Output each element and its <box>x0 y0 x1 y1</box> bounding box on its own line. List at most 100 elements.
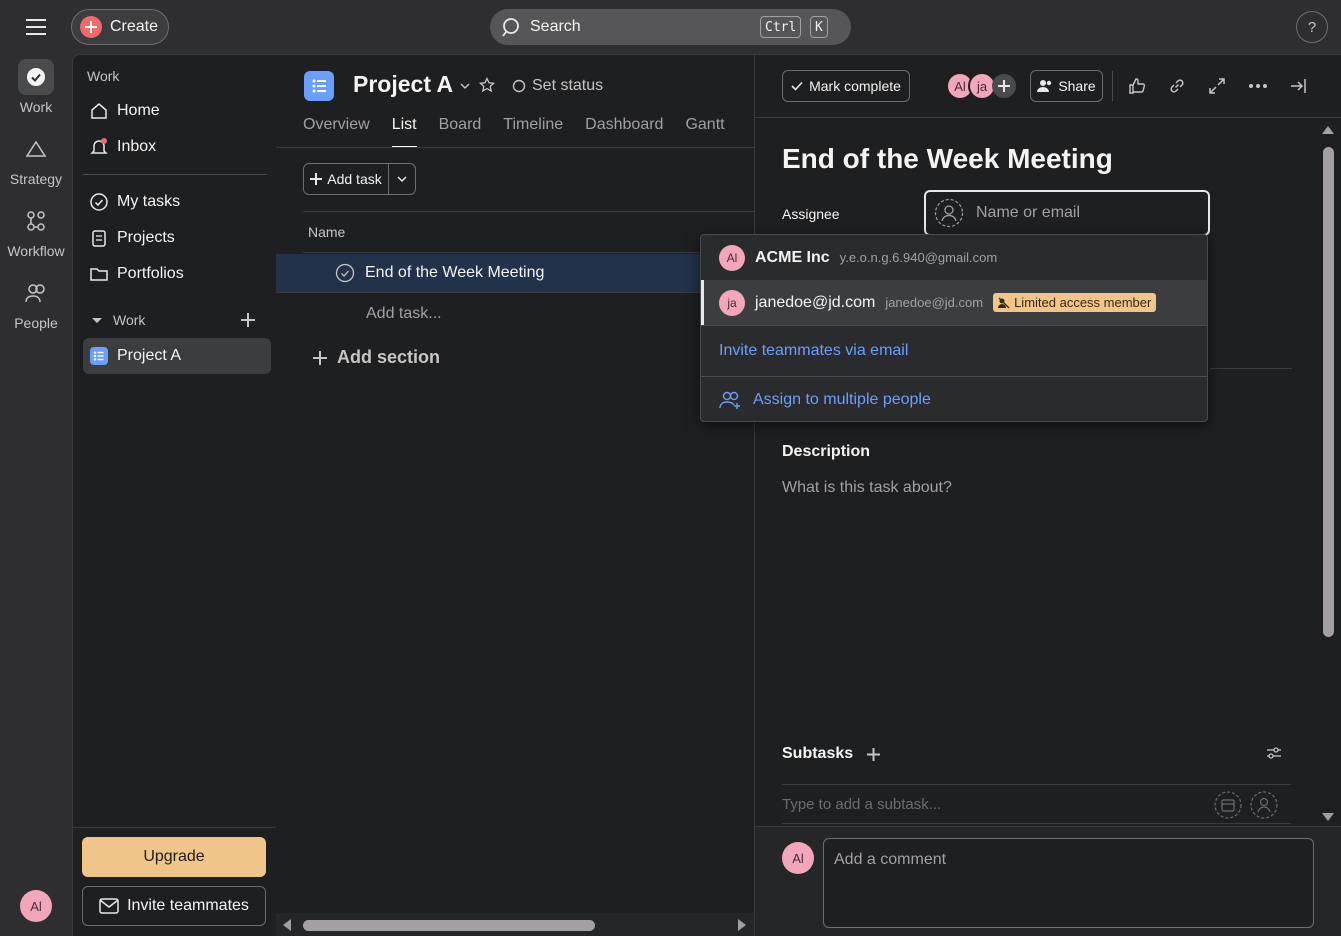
add-project-icon[interactable] <box>241 313 255 327</box>
subtasks-header: Subtasks <box>782 745 881 763</box>
sidebar-item-label: My tasks <box>117 193 181 210</box>
upgrade-button[interactable]: Upgrade <box>82 837 266 877</box>
add-collaborator-icon[interactable] <box>992 74 1016 98</box>
scroll-left-arrow-icon[interactable] <box>282 919 292 931</box>
divider <box>1210 368 1292 369</box>
subtask-options-icon[interactable] <box>1266 746 1282 760</box>
tab-timeline[interactable]: Timeline <box>503 116 563 148</box>
assignee-input[interactable]: Name or email <box>924 190 1210 236</box>
person-name: ACME Inc <box>755 248 830 266</box>
subtask-input[interactable]: Type to add a subtask... <box>782 784 1291 824</box>
assignee-placeholder: Name or email <box>976 204 1081 221</box>
tab-overview[interactable]: Overview <box>303 116 370 148</box>
mark-complete-button[interactable]: Mark complete <box>782 70 910 102</box>
column-header-name[interactable]: Name <box>303 211 754 253</box>
close-panel-icon[interactable] <box>1287 75 1309 97</box>
project-list-view: Project A Set status Overview List Board… <box>276 54 754 936</box>
horizontal-scrollbar[interactable] <box>276 913 754 936</box>
task-detail-panel: Mark complete Al ja Share End of the Wee… <box>754 54 1341 936</box>
person-avatar: ja <box>719 289 745 316</box>
star-icon[interactable] <box>479 77 495 93</box>
rail-item-people[interactable]: People <box>0 275 72 331</box>
rail-label: Workflow <box>7 243 65 259</box>
calendar-icon[interactable] <box>1214 791 1242 819</box>
bell-icon <box>89 137 109 157</box>
rail-item-work[interactable]: Work <box>0 59 72 115</box>
set-status-label: Set status <box>532 77 604 94</box>
scrollbar-thumb[interactable] <box>1323 147 1334 637</box>
badge-label: Limited access member <box>1014 295 1152 310</box>
sidebar-item-inbox[interactable]: Inbox <box>83 129 271 165</box>
tab-dashboard[interactable]: Dashboard <box>585 116 663 148</box>
project-title[interactable]: Project A <box>353 71 453 98</box>
status-circle-icon <box>512 79 526 93</box>
assign-multiple-link[interactable]: Assign to multiple people <box>701 377 1207 422</box>
divider <box>276 147 754 148</box>
dropdown-option[interactable]: Al ACME Inc y.e.o.n.g.6.940@gmail.com <box>701 235 1207 280</box>
scroll-right-arrow-icon[interactable] <box>737 919 747 931</box>
folder-icon <box>89 264 109 284</box>
expand-icon[interactable] <box>1206 75 1228 97</box>
check-circle-icon[interactable] <box>335 263 355 283</box>
sidebar-item-my-tasks[interactable]: My tasks <box>83 184 271 220</box>
chevron-down-icon[interactable] <box>458 79 472 93</box>
sidebar: Work Home Inbox My tasks Projects Portfo… <box>72 54 277 936</box>
limited-access-badge: Limited access member <box>993 293 1157 312</box>
divider <box>83 174 267 175</box>
tab-board[interactable]: Board <box>439 116 482 148</box>
assignee-label: Assignee <box>782 206 840 222</box>
add-section-label: Add section <box>337 347 441 367</box>
rail-label: Work <box>19 99 53 115</box>
user-avatar[interactable]: Al <box>20 890 52 922</box>
invite-label: Invite teammates <box>127 897 249 914</box>
comment-input[interactable]: Add a comment <box>823 838 1314 928</box>
home-icon <box>89 101 109 121</box>
divider <box>1112 71 1113 101</box>
share-button[interactable]: Share <box>1030 70 1103 102</box>
multiple-people-icon <box>719 390 743 410</box>
rail-item-workflow[interactable]: Workflow <box>0 203 72 259</box>
caret-down-icon <box>89 312 105 328</box>
scrollbar-thumb[interactable] <box>303 920 595 931</box>
sidebar-item-project-a[interactable]: Project A <box>83 338 271 374</box>
person-name: janedoe@jd.com <box>755 293 876 311</box>
invite-teammates-button[interactable]: Invite teammates <box>82 886 266 926</box>
add-task-dropdown-chevron-icon[interactable] <box>389 164 415 194</box>
search-bar[interactable]: Search Ctrl K <box>490 9 851 45</box>
add-task-button[interactable]: Add task <box>304 164 389 194</box>
hamburger-menu-icon[interactable] <box>24 16 48 38</box>
scroll-down-arrow-icon[interactable] <box>1322 812 1334 822</box>
list-project-icon <box>89 346 109 366</box>
more-options-icon[interactable] <box>1247 75 1269 97</box>
task-row[interactable]: End of the Week Meeting <box>276 254 754 293</box>
rail-item-strategy[interactable]: Strategy <box>0 131 72 187</box>
assignee-icon[interactable] <box>1250 791 1278 819</box>
link-icon[interactable] <box>1166 75 1188 97</box>
sidebar-item-label: Project A <box>117 347 182 364</box>
dropdown-option[interactable]: ja janedoe@jd.com janedoe@jd.com Limited… <box>701 280 1207 325</box>
tab-list[interactable]: List <box>391 116 417 148</box>
thumbs-up-icon[interactable] <box>1126 75 1148 97</box>
add-subtask-icon[interactable] <box>867 747 881 761</box>
sidebar-item-label: Inbox <box>117 138 157 155</box>
add-task-inline[interactable]: Add task... <box>366 305 442 323</box>
subtasks-label: Subtasks <box>782 745 854 762</box>
person-email: y.e.o.n.g.6.940@gmail.com <box>839 250 998 265</box>
sidebar-item-portfolios[interactable]: Portfolios <box>83 256 271 292</box>
vertical-scrollbar[interactable] <box>1319 121 1337 827</box>
add-task-label: Add task <box>327 171 382 187</box>
people-icon <box>18 275 54 311</box>
task-title[interactable]: End of the Week Meeting <box>782 143 1113 175</box>
set-status-button[interactable]: Set status <box>512 77 603 95</box>
scroll-up-arrow-icon[interactable] <box>1322 125 1334 135</box>
invite-via-email-link[interactable]: Invite teammates via email <box>701 326 1207 376</box>
assignee-dropdown: Al ACME Inc y.e.o.n.g.6.940@gmail.com ja… <box>700 234 1208 422</box>
description-input[interactable]: What is this task about? <box>782 479 952 497</box>
add-section-button[interactable]: Add section <box>313 347 440 368</box>
sidebar-item-home[interactable]: Home <box>83 93 271 129</box>
tab-gantt[interactable]: Gantt <box>685 116 724 148</box>
help-button[interactable]: ? <box>1296 11 1328 43</box>
share-people-icon <box>1037 79 1053 93</box>
create-button[interactable]: Create <box>71 9 169 45</box>
sidebar-item-projects[interactable]: Projects <box>83 220 271 256</box>
